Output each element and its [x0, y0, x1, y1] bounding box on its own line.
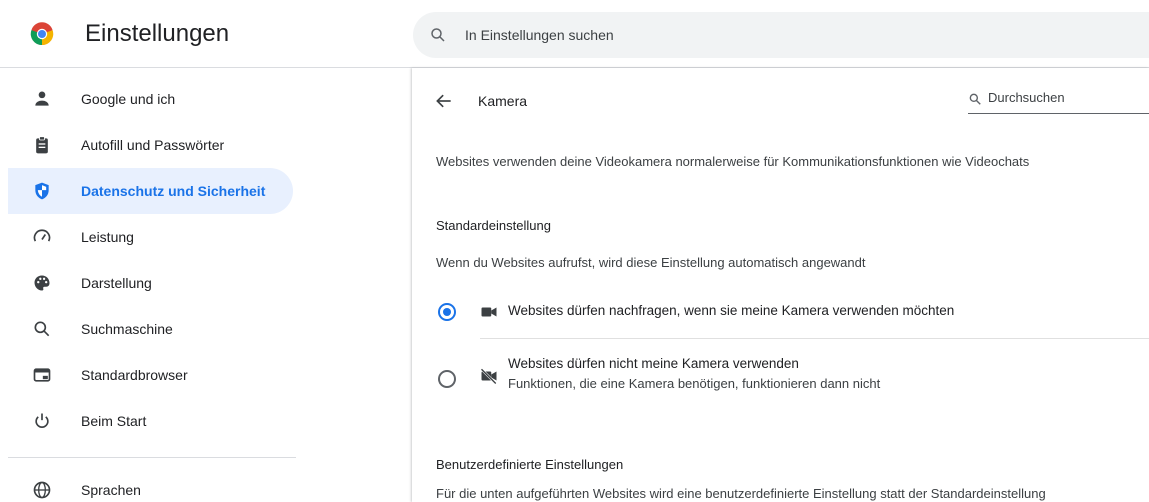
sidebar-item-suchmaschine[interactable]: Suchmaschine — [8, 306, 293, 352]
settings-search-input[interactable] — [465, 27, 1065, 43]
sidebar-item-autofill[interactable]: Autofill und Passwörter — [8, 122, 293, 168]
custom-settings-heading: Benutzerdefinierte Einstellungen — [436, 457, 624, 472]
search-icon — [431, 28, 445, 42]
sidebar-item-leistung[interactable]: Leistung — [8, 214, 293, 260]
sidebar-item-label: Beim Start — [81, 413, 147, 429]
radio-option-sublabel: Funktionen, die eine Kamera benötigen, f… — [508, 376, 881, 391]
sidebar-item-label: Darstellung — [81, 275, 152, 291]
sidebar-item-label: Autofill und Passwörter — [81, 137, 225, 153]
speedometer-icon — [33, 229, 51, 242]
sidebar-item-datenschutz[interactable]: Datenschutz und Sicherheit — [8, 168, 293, 214]
option-divider — [480, 338, 1149, 339]
sidebar-item-beim-start[interactable]: Beim Start — [8, 398, 293, 444]
sidebar-item-google-und-ich[interactable]: Google und ich — [8, 76, 293, 122]
radio-button-checked[interactable] — [438, 303, 456, 321]
power-icon — [35, 413, 49, 428]
radio-option-label: Websites dürfen nachfragen, wenn sie mei… — [508, 303, 955, 318]
sidebar-item-label: Google und ich — [81, 91, 176, 107]
search-icon — [34, 321, 50, 337]
sidebar-item-label: Datenschutz und Sicherheit — [81, 183, 266, 199]
clipboard-icon — [36, 136, 48, 154]
chrome-logo-icon — [30, 22, 54, 46]
settings-search-bar[interactable] — [413, 12, 1149, 58]
custom-settings-subtitle: Für die unten aufgeführten Websites wird… — [436, 486, 1046, 501]
back-arrow-icon[interactable] — [434, 91, 454, 111]
sidebar-item-sprachen[interactable]: Sprachen — [8, 467, 293, 502]
sidebar-item-label: Suchmaschine — [81, 321, 173, 337]
default-setting-heading: Standardeinstellung — [436, 218, 551, 233]
default-setting-subtitle: Wenn du Websites aufrufst, wird diese Ei… — [436, 255, 866, 270]
videocam-off-icon — [480, 368, 497, 385]
person-icon — [35, 91, 49, 106]
top-bar: Einstellungen — [0, 0, 1149, 68]
camera-settings-panel: Kamera Websites verwenden deine Videokam… — [412, 68, 1149, 502]
sidebar-item-darstellung[interactable]: Darstellung — [8, 260, 293, 306]
videocam-icon — [481, 307, 497, 317]
radio-option-label: Websites dürfen nicht meine Kamera verwe… — [508, 356, 799, 371]
sidebar-divider — [8, 457, 296, 458]
sidebar-item-label: Sprachen — [81, 482, 141, 498]
radio-option-ask[interactable]: Websites dürfen nachfragen, wenn sie mei… — [412, 293, 1149, 337]
globe-icon — [33, 481, 51, 499]
sidebar-item-label: Leistung — [81, 229, 134, 245]
sidebar-item-standardbrowser[interactable]: Standardbrowser — [8, 352, 293, 398]
sidebar: Google und ich Autofill und Passwörter D… — [0, 76, 300, 502]
shield-icon — [35, 182, 49, 200]
radio-option-block[interactable]: Websites dürfen nicht meine Kamera verwe… — [412, 351, 1149, 401]
search-icon — [969, 93, 981, 105]
app-title: Einstellungen — [85, 20, 230, 47]
page-title: Kamera — [478, 93, 528, 109]
page-description: Websites verwenden deine Videokamera nor… — [436, 154, 1030, 169]
radio-button-unchecked[interactable] — [438, 370, 456, 388]
palette-icon — [34, 275, 50, 291]
browser-window-icon — [33, 368, 51, 382]
sidebar-item-label: Standardbrowser — [81, 367, 188, 383]
page-search-input[interactable] — [988, 90, 1138, 105]
page-search[interactable] — [968, 88, 1149, 114]
